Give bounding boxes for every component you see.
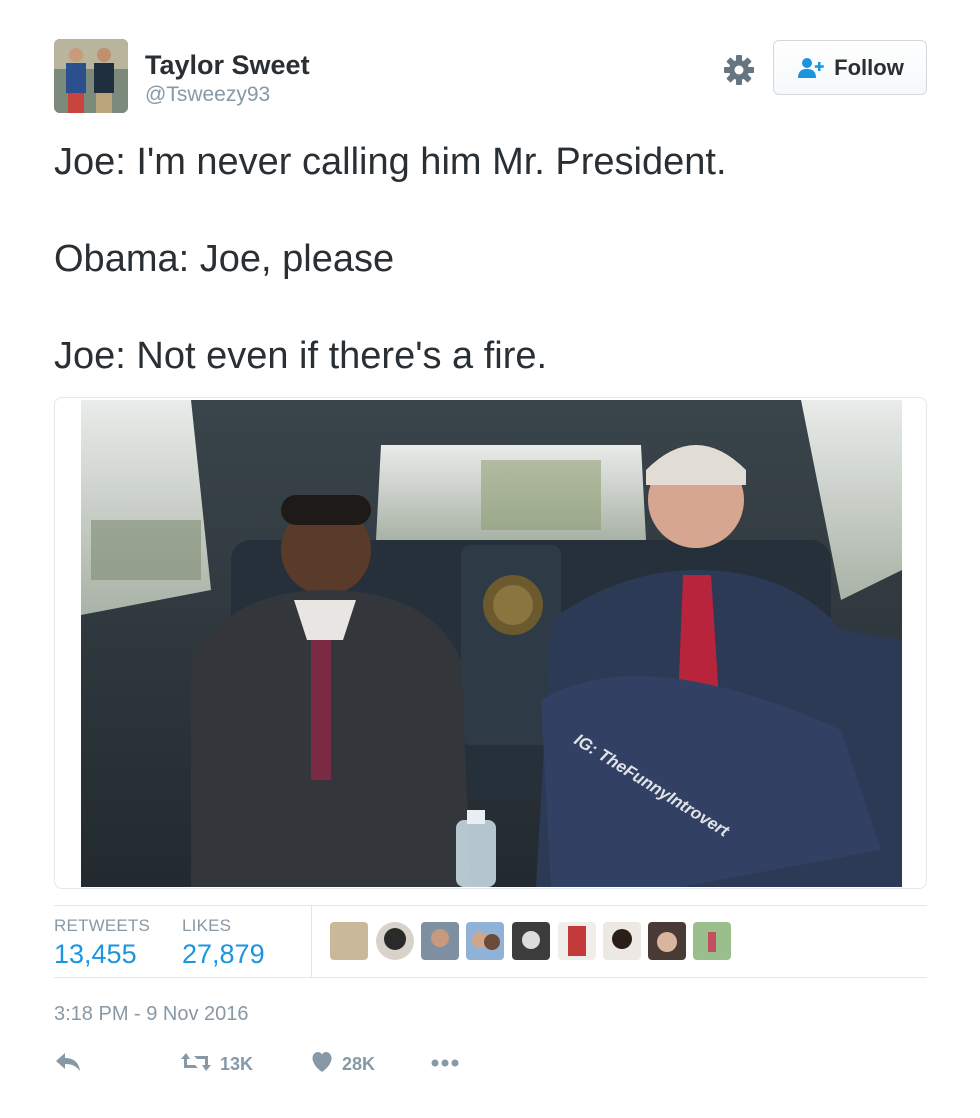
liker-avatar[interactable] (512, 922, 550, 960)
car-interior-photo (81, 400, 902, 887)
retweets-stat[interactable]: RETWEETS 13,455 (54, 916, 150, 970)
reply-button[interactable] (54, 1046, 82, 1082)
likes-stat[interactable]: LIKES 27,879 (182, 916, 265, 970)
more-dots-icon (430, 1055, 460, 1073)
liker-avatar[interactable] (376, 922, 414, 960)
retweets-label: RETWEETS (54, 916, 151, 935)
tweet-actions: 13K 28K (54, 1046, 654, 1082)
divider (54, 905, 927, 906)
liker-avatar[interactable] (330, 922, 368, 960)
retweet-icon (180, 1051, 212, 1078)
gear-icon[interactable] (722, 53, 756, 87)
add-user-icon (796, 56, 826, 80)
like-count: 28K (342, 1053, 376, 1074)
tweet-media[interactable]: IG: TheFunnyIntrovert (54, 397, 927, 889)
stats-separator (311, 906, 312, 977)
tweet-line: Joe: I'm never calling him Mr. President… (54, 141, 727, 183)
user-handle[interactable]: @Tsweezy93 (145, 83, 270, 107)
heart-icon (310, 1051, 334, 1078)
liker-avatar[interactable] (466, 922, 504, 960)
photo[interactable]: IG: TheFunnyIntrovert (81, 400, 902, 887)
reply-icon (54, 1051, 82, 1078)
tweet-header: Taylor Sweet @Tsweezy93 Follow (54, 39, 928, 115)
liker-avatar[interactable] (558, 922, 596, 960)
retweet-button[interactable]: 13K (180, 1046, 253, 1082)
likes-label: LIKES (182, 916, 232, 935)
retweet-count: 13K (220, 1053, 254, 1074)
tweet-timestamp[interactable]: 3:18 PM - 9 Nov 2016 (54, 1003, 249, 1026)
follow-button[interactable]: Follow (773, 40, 927, 95)
more-button[interactable] (430, 1046, 460, 1082)
user-name[interactable]: Taylor Sweet (145, 50, 310, 81)
tweet-line: Obama: Joe, please (54, 238, 395, 280)
liker-avatar[interactable] (648, 922, 686, 960)
liker-avatar[interactable] (421, 922, 459, 960)
follow-label: Follow (834, 54, 904, 80)
likes-value: 27,879 (182, 939, 265, 969)
divider (54, 977, 927, 978)
liker-avatar[interactable] (603, 922, 641, 960)
tweet-text: Joe: I'm never calling him Mr. President… (54, 138, 934, 429)
liker-avatar[interactable] (693, 922, 731, 960)
like-button[interactable]: 28K (310, 1046, 375, 1082)
avatar-image (54, 39, 128, 113)
retweets-value: 13,455 (54, 939, 137, 969)
tweet-line: Joe: Not even if there's a fire. (54, 335, 548, 377)
avatar[interactable] (54, 39, 128, 113)
